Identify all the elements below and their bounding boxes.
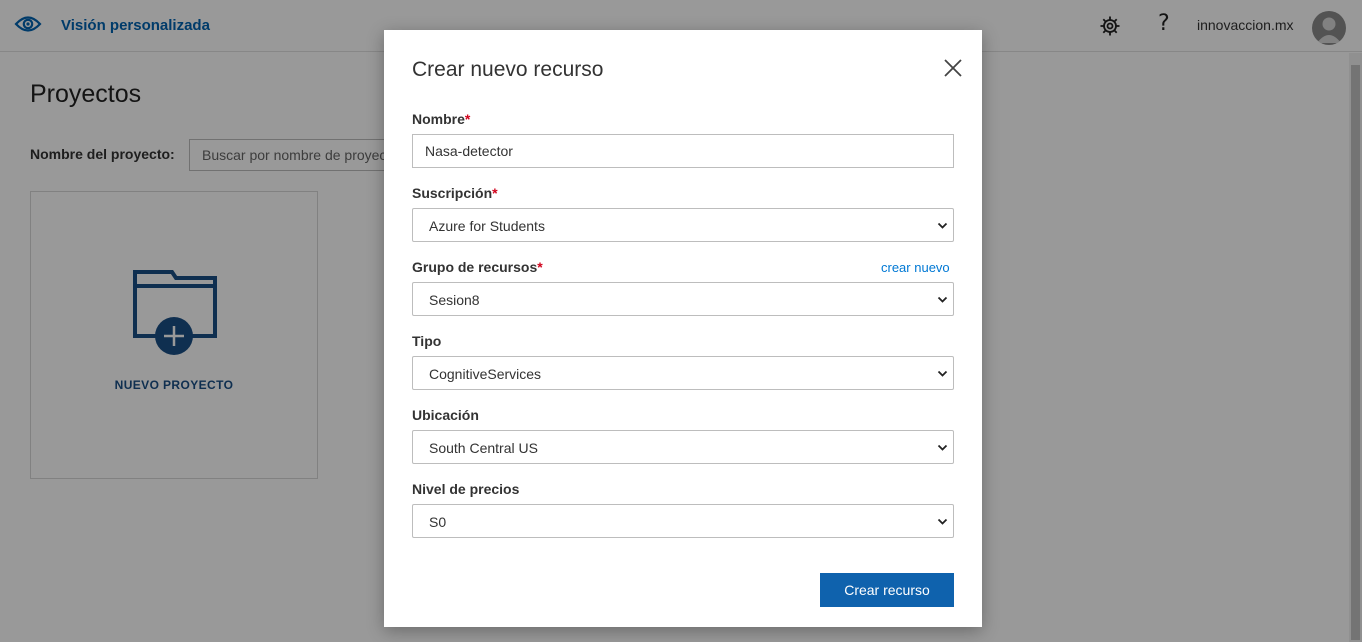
name-label-text: Nombre (412, 111, 465, 127)
type-value: CognitiveServices (429, 366, 542, 382)
resource-group-label-text: Grupo de recursos (412, 259, 538, 275)
chevron-down-icon (937, 222, 948, 229)
subscription-value: Azure for Students (429, 218, 545, 234)
name-field[interactable] (412, 134, 954, 168)
required-marker: * (464, 111, 471, 127)
location-label: Ubicación (412, 407, 479, 423)
close-icon[interactable] (942, 57, 964, 79)
location-select[interactable]: South Central US (412, 430, 954, 464)
type-select[interactable]: CognitiveServices (412, 356, 954, 390)
required-marker: * (492, 185, 498, 201)
location-value: South Central US (429, 440, 538, 456)
subscription-label: Suscripción* (412, 185, 498, 201)
pricing-tier-label: Nivel de precios (412, 481, 520, 497)
chevron-down-icon (937, 370, 948, 377)
resource-group-value: Sesion8 (429, 292, 480, 308)
resource-group-label: Grupo de recursos* (412, 259, 543, 275)
resource-group-select[interactable]: Sesion8 (412, 282, 954, 316)
pricing-tier-value: S0 (429, 514, 447, 530)
chevron-down-icon (937, 518, 948, 525)
create-resource-dialog: Crear nuevo recurso Nombre* Suscripción*… (384, 30, 982, 627)
subscription-label-text: Suscripción (412, 185, 493, 201)
create-resource-button[interactable]: Crear recurso (820, 573, 954, 607)
dialog-title: Crear nuevo recurso (412, 58, 604, 81)
subscription-select[interactable]: Azure for Students (412, 208, 954, 242)
create-new-resource-group-link[interactable]: crear nuevo (881, 260, 950, 275)
chevron-down-icon (937, 296, 948, 303)
chevron-down-icon (937, 444, 948, 451)
pricing-tier-select[interactable]: S0 (412, 504, 954, 538)
name-label: Nombre* (412, 111, 470, 127)
type-label: Tipo (412, 333, 442, 349)
required-marker: * (537, 259, 543, 275)
